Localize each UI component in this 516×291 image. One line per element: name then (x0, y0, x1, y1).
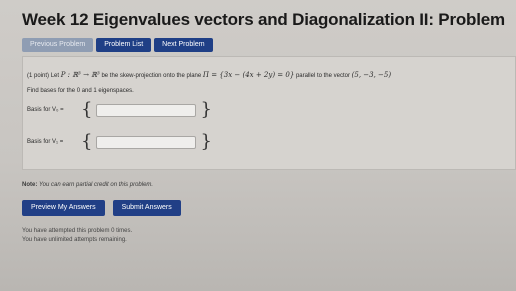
problem-statement: (1 point) Let P : ℝ³ → ℝ³ be the skew-pr… (27, 71, 391, 79)
problem-nav: Previous Problem Problem List Next Probl… (22, 38, 213, 52)
next-problem-button[interactable]: Next Problem (154, 38, 213, 52)
attempts-text: You have attempted this problem 0 times. (22, 228, 133, 234)
vector-expression: (5, −3, −5) (351, 71, 392, 79)
open-brace: { (81, 99, 93, 120)
unlimited-text: You have unlimited attempts remaining. (22, 237, 127, 243)
basis-v1-input[interactable] (96, 135, 197, 149)
statement-end: parallel to the vector (295, 73, 350, 79)
submit-answers-button[interactable]: Submit Answers (112, 200, 181, 216)
page-title: Week 12 Eigenvalues vectors and Diagonal… (22, 10, 505, 29)
attempt-status: You have attempted this problem 0 times.… (22, 227, 132, 245)
answer-actions: Preview My Answers Submit Answers (22, 200, 181, 216)
page: Week 12 Eigenvalues vectors and Diagonal… (0, 0, 516, 291)
preview-answers-button[interactable]: Preview My Answers (22, 200, 105, 216)
close-brace: } (200, 99, 212, 120)
find-instruction: Find bases for the 0 and 1 eigenspaces. (27, 88, 134, 94)
previous-problem-button[interactable]: Previous Problem (22, 38, 94, 52)
open-brace: { (81, 131, 93, 152)
basis-v1-row: Basis for V₁ = { } (27, 133, 212, 151)
statement-lead: Let (50, 73, 60, 79)
basis-v0-input[interactable] (96, 103, 197, 117)
basis-v0-label: Basis for V₀ = (27, 107, 64, 113)
partial-credit-note: Note: You can earn partial credit on thi… (22, 182, 153, 188)
note-label: Note: (22, 182, 38, 188)
problem-list-button[interactable]: Problem List (96, 38, 152, 52)
basis-v1-label: Basis for V₁ = (27, 139, 64, 145)
statement-mid: be the skew-projection onto the plane (101, 73, 202, 79)
plane-expression: Π = {3x − (4x + 2y) = 0} (202, 71, 295, 79)
note-text: You can earn partial credit on this prob… (39, 182, 154, 188)
problem-panel: (1 point) Let P : ℝ³ → ℝ³ be the skew-pr… (22, 56, 516, 170)
points-label: (1 point) (27, 73, 50, 79)
map-expression: P : ℝ³ → ℝ³ (60, 71, 100, 79)
basis-v0-row: Basis for V₀ = { } (27, 101, 212, 119)
close-brace: } (200, 131, 212, 152)
